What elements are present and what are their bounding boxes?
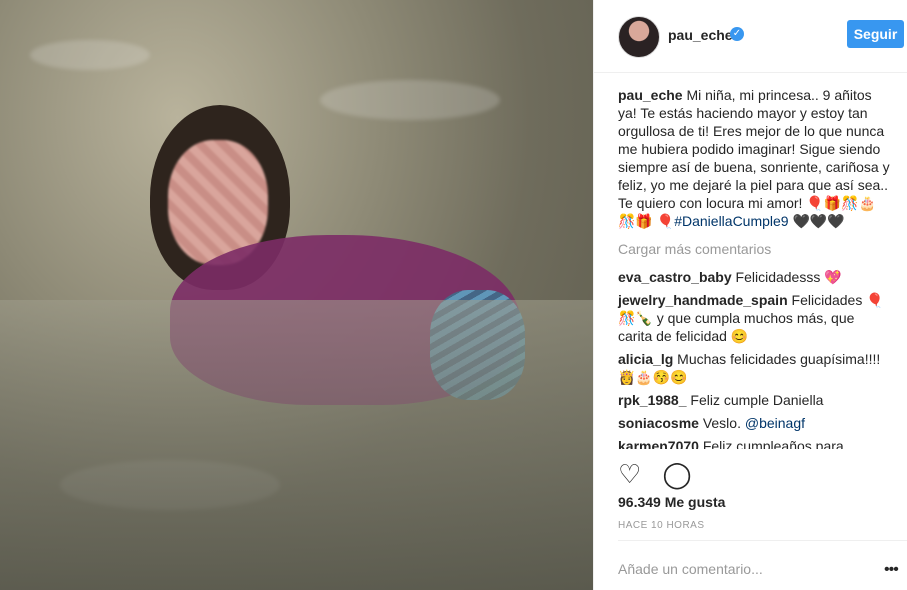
comment-username[interactable]: soniacosme — [618, 415, 699, 431]
comment-item: rpk_1988_ Feliz cumple Daniella — [618, 391, 890, 409]
comment-username[interactable]: jewelry_handmade_spain — [618, 292, 788, 308]
action-bar: ♡ ◯ — [618, 460, 718, 488]
caption-username[interactable]: pau_eche — [618, 87, 683, 103]
more-options-icon[interactable]: ••• — [884, 561, 899, 579]
comment-item: soniacosme Veslo. @beinagf — [618, 414, 890, 432]
avatar[interactable] — [618, 16, 660, 58]
comment-item: alicia_lg Muchas felicidades guapísima!!… — [618, 350, 890, 386]
comment-icon[interactable]: ◯ — [662, 460, 691, 488]
water-surface — [0, 300, 593, 590]
heart-icon[interactable]: ♡ — [618, 460, 646, 488]
water-ripple — [320, 80, 500, 120]
header-username[interactable]: pau_eche — [668, 27, 733, 43]
comment-username[interactable]: rpk_1988_ — [618, 392, 687, 408]
caption-tail: 🖤🖤🖤 — [788, 213, 845, 229]
post-time: HACE 10 HORAS — [618, 520, 705, 531]
post-header: pau_eche ✓ Seguir — [594, 0, 907, 73]
caption: pau_eche Mi niña, mi princesa.. 9 añitos… — [618, 86, 890, 230]
comment-text: Feliz cumple Daniella — [690, 392, 824, 408]
comment-item: karmen7070 Feliz cumpleaños para Daniela — [618, 437, 890, 449]
comment-username[interactable]: karmen7070 — [618, 438, 699, 449]
post-photo[interactable] — [0, 0, 593, 590]
caption-hashtag[interactable]: 🎈#DaniellaCumple9 — [657, 213, 789, 229]
comment-username[interactable]: alicia_lg — [618, 351, 673, 367]
divider — [618, 540, 907, 541]
comment-mention[interactable]: @beinagf — [745, 415, 805, 431]
verified-badge-icon: ✓ — [730, 27, 744, 41]
comment-item: jewelry_handmade_spain Felicidades 🎈🎊🍾 y… — [618, 291, 890, 345]
comments-list: pau_eche Mi niña, mi princesa.. 9 añitos… — [618, 86, 890, 454]
add-comment-input[interactable]: Añade un comentario... — [618, 561, 763, 577]
comment-text: Veslo. — [702, 415, 745, 431]
comment-text: Felicidadesss 💖 — [735, 269, 842, 285]
comment-item: eva_castro_baby Felicidadesss 💖 — [618, 268, 890, 286]
post-side-panel: pau_eche ✓ Seguir pau_eche Mi niña, mi p… — [593, 0, 907, 590]
follow-button[interactable]: Seguir — [847, 20, 904, 48]
likes-count[interactable]: 96.349 Me gusta — [618, 494, 725, 510]
load-more-comments[interactable]: Cargar más comentarios — [618, 240, 890, 258]
water-ripple — [30, 40, 150, 70]
caption-text: Mi niña, mi princesa.. 9 añitos ya! Te e… — [618, 87, 890, 229]
comment-username[interactable]: eva_castro_baby — [618, 269, 732, 285]
